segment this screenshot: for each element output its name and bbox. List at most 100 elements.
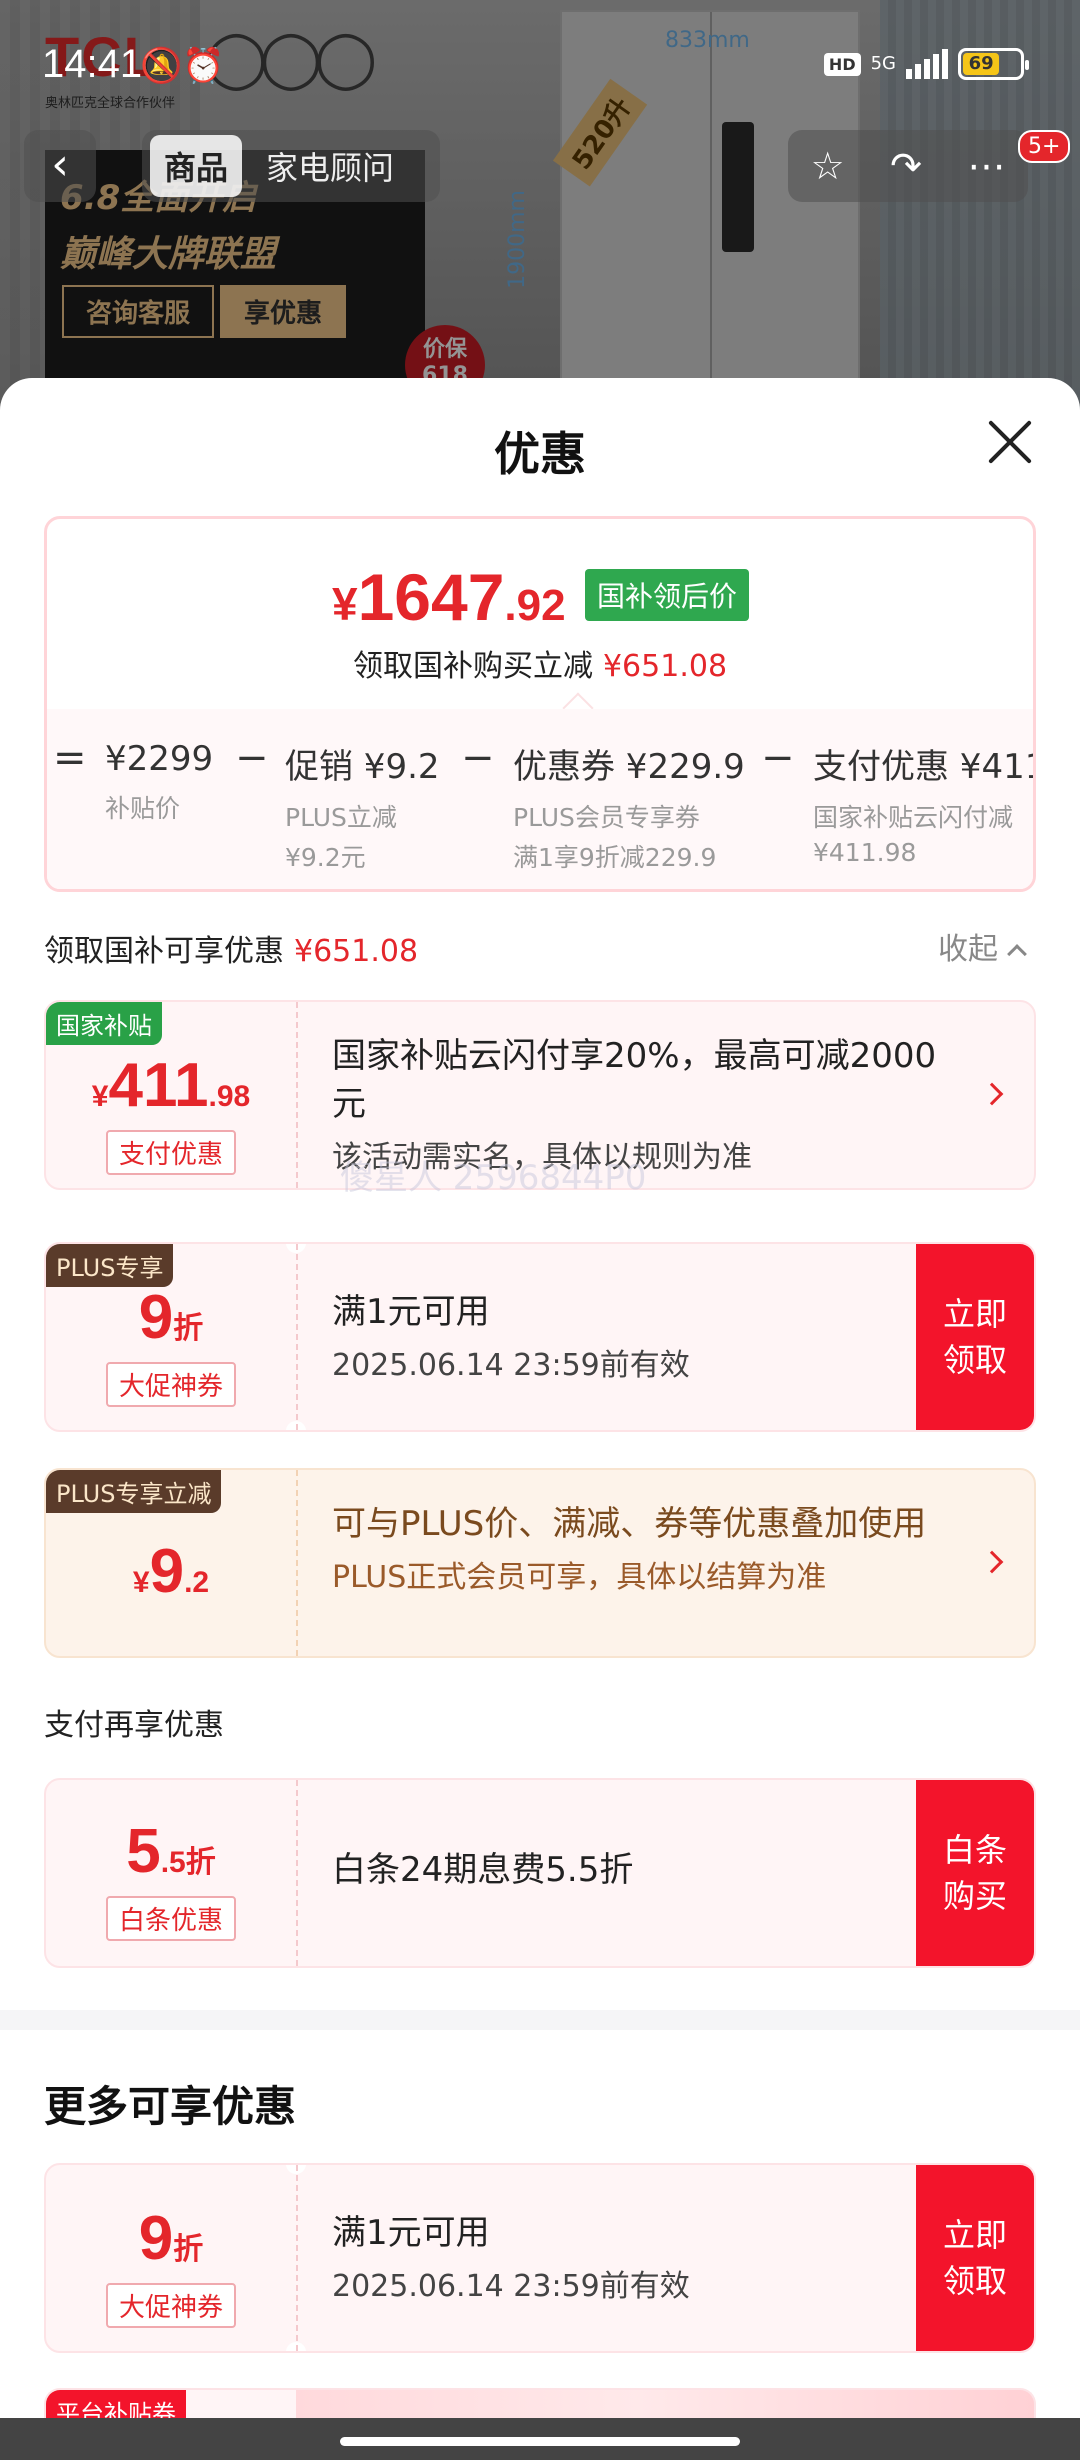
amount-integer: 9 [149,1537,185,1606]
offer-card-more-coupon: 9折 大促神券 满1元可用 2025.06.14 23:59前有效 立即领取 [44,2163,1036,2353]
offer-content: 满1元可用 2025.06.14 23:59前有效 [332,1288,894,1384]
offer-validity: 2025.06.14 23:59前有效 [332,1348,690,1383]
offer-card-plus-coupon: PLUS专享 9折 大促神券 满1元可用 2025.06.14 23:59前有效… [44,1242,1036,1432]
price-decimal: .92 [504,581,566,630]
card-separator [296,1780,298,1966]
chevron-right-icon [980,1082,1004,1106]
status-bar: 14:41 🔕⏰ HD 5G 69 [0,38,1080,98]
card-separator [296,1002,298,1188]
hd-icon: HD [823,52,861,76]
home-indicator[interactable] [340,2437,740,2446]
message-count-badge: 5+ [1018,130,1071,163]
offer-corner-tag: PLUS专享 [46,1244,174,1287]
signal-icon [906,49,948,79]
breakdown-label: 国家补贴云闪付减 [813,803,1014,832]
amount-decimal: .2 [184,1566,210,1599]
offer-discount: 5.5折 [46,1816,296,1887]
card-separator [296,2165,298,2351]
minus-sign: − [235,735,269,781]
discount-unit: 折 [185,1846,216,1879]
offer-discount: 9折 [46,2203,296,2274]
tab-product[interactable]: 商品 [150,135,243,197]
section-gap [0,2010,1080,2030]
breakdown-detail: 满1享9折减229.9 [513,843,717,872]
price-tag: 国补领后价 [585,569,750,621]
product-nav: ‹ 商品 家电顾问 ☆ ↷ ⋯ 5+ [0,130,1080,206]
discount-decimal: .5 [160,1846,186,1879]
section-subsidy-offers: 领取国补可享优惠 ¥651.08 [44,926,418,970]
offer-note: PLUS正式会员可享，具体以结算为准 [332,1560,827,1595]
claim-coupon-button[interactable]: 立即领取 [916,2165,1034,2351]
breakdown-main: ¥2299 [105,739,214,779]
offer-amount: ¥411.98 [46,1050,296,1121]
breakdown-promotion: 促销 ¥9.2 PLUS立减 ¥9.2元 [285,739,440,874]
battery-level: 69 [963,53,1000,75]
offer-amount: ¥9.2 [46,1536,296,1607]
breakdown-payment: 支付优惠 ¥411 国家补贴云闪付减 ¥411.98 [813,739,1033,867]
offer-content: 满1元可用 2025.06.14 23:59前有效 [332,2209,894,2305]
chevron-right-icon [980,1550,1004,1574]
baitiao-buy-button[interactable]: 白条购买 [916,1780,1034,1966]
close-button[interactable] [985,418,1035,468]
claim-coupon-button[interactable]: 立即领取 [916,1244,1034,1430]
price-breakdown: = ¥2299 补贴价 − 促销 ¥9.2 PLUS立减 ¥9.2元 − 优惠券… [47,709,1033,889]
offer-type-pill: 大促神券 [106,2283,236,2328]
discount-sheet: 优惠 ¥1647.92 国补领后价 领取国补购买立减 ¥651.08 = ¥229… [0,378,1080,2460]
offer-discount: 9折 [46,1282,296,1353]
offer-title: 白条24期息费5.5折 [332,1850,634,1890]
offer-corner-tag: PLUS专享立减 [46,1470,222,1513]
tab-appliance-advisor[interactable]: 家电顾问 [252,135,408,197]
section-label: 领取国补可享优惠 [44,934,284,969]
amount-symbol: ¥ [132,1566,150,1599]
offer-validity: 2025.06.14 23:59前有效 [332,2269,690,2304]
breakdown-label: PLUS会员专享券 [513,803,700,832]
offer-type-pill: 支付优惠 [106,1130,236,1175]
collapse-label: 收起 [938,932,998,967]
favorite-star-icon[interactable]: ☆ [811,144,845,188]
minus-sign: − [461,735,495,781]
sheet-title: 优惠 [494,427,586,481]
chevron-left-icon: ‹ [51,139,69,190]
network-type: 5G [870,53,896,74]
discount-unit: 折 [173,2233,204,2266]
offer-title: 国家补贴云闪付享20%，最高可减2000元 [332,1036,937,1124]
breakdown-detail: ¥9.2元 [285,843,366,872]
final-price-area: ¥1647.92 国补领后价 领取国补购买立减 ¥651.08 [47,519,1033,709]
discount-number: 5 [126,1817,161,1886]
section-amount: ¥651.08 [294,934,419,969]
breakdown-subsidy-price: ¥2299 补贴价 [105,739,213,825]
card-separator [296,1244,298,1430]
watermark: 傻星人 2596844P0 [340,1158,647,1198]
share-icon[interactable]: ↷ [890,144,922,188]
offer-type-pill: 大促神券 [106,1362,236,1407]
back-button[interactable]: ‹ [24,130,96,202]
breakdown-label: 补贴价 [105,794,181,823]
section-label: 支付再享优惠 [44,1708,224,1743]
offer-content: 白条24期息费5.5折 [332,1846,894,1894]
offer-card-plus-discount[interactable]: PLUS专享立减 ¥9.2 可与PLUS价、满减、券等优惠叠加使用 PLUS正式… [44,1468,1036,1658]
subsidy-amount: ¥651.08 [602,649,728,684]
product-tabs: 商品 家电顾问 [142,130,440,202]
amount-decimal: .98 [208,1080,251,1113]
discount-number: 9 [138,2204,174,2273]
card-separator [296,1470,298,1656]
breakdown-coupon: 优惠券 ¥229.9 PLUS会员专享券 满1享9折减229.9 [513,739,745,874]
status-time: 14:41 [42,42,143,86]
subsidy-line: 领取国补购买立减 ¥651.08 [47,641,1033,685]
minus-sign: − [761,735,795,781]
breakdown-main: 优惠券 ¥229.9 [513,747,745,787]
price-symbol: ¥ [332,578,358,630]
offer-card-baitiao: 5.5折 白条优惠 白条24期息费5.5折 白条购买 [44,1778,1036,1968]
amount-symbol: ¥ [91,1080,109,1113]
offer-title: 满1元可用 [332,1292,490,1332]
more-icon[interactable]: ⋯ [967,144,1005,188]
offer-type-pill: 白条优惠 [106,1896,236,1941]
discount-number: 9 [138,1283,174,1352]
collapse-toggle[interactable]: 收起 [938,924,1027,968]
amount-integer: 411 [108,1051,209,1120]
nav-actions: ☆ ↷ ⋯ [788,130,1028,202]
more-offers-title: 更多可享优惠 [44,2082,297,2131]
discount-unit: 折 [173,1312,204,1345]
final-price: ¥1647.92 [332,559,566,635]
offer-content: 可与PLUS价、满减、券等优惠叠加使用 PLUS正式会员可享，具体以结算为准 [332,1500,954,1596]
